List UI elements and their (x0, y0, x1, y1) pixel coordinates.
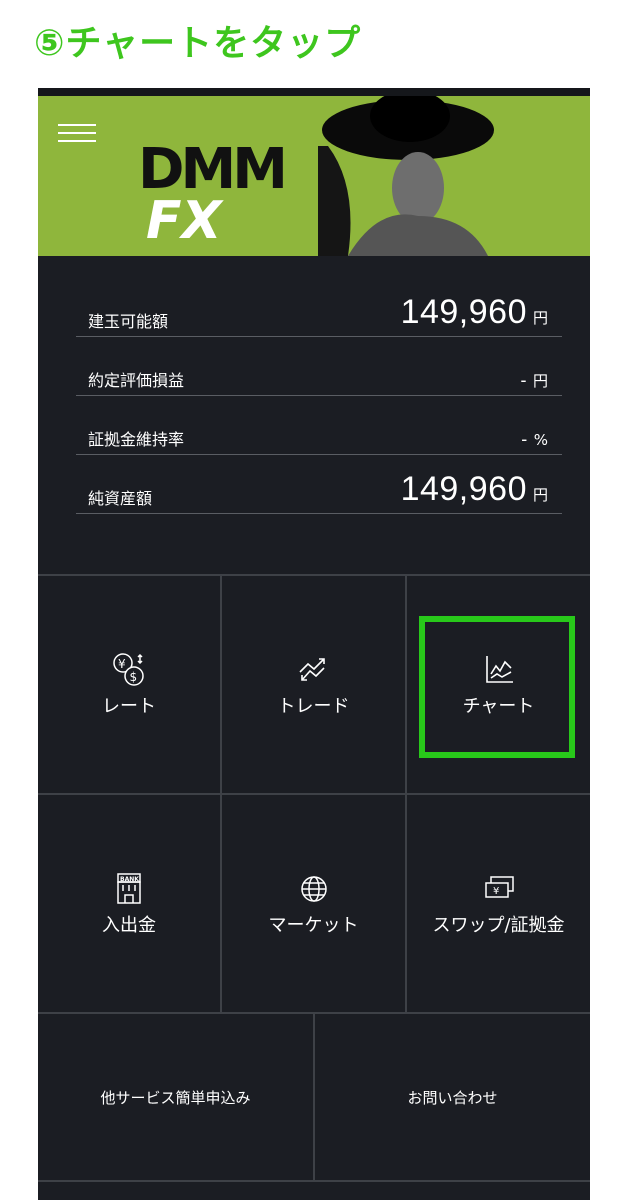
available-value: 149,960 (400, 293, 527, 331)
svg-text:¥: ¥ (493, 886, 499, 897)
trend-arrows-icon (294, 652, 334, 688)
contact-label: お問い合わせ (407, 1088, 498, 1107)
net-label: 純資産額 (88, 489, 153, 508)
market-button[interactable]: マーケット (222, 795, 405, 1012)
summary-row-margin: 証拠金維持率 -% (76, 396, 562, 455)
margin-value: - (521, 429, 528, 449)
rate-label: レート (102, 695, 156, 717)
contact-button[interactable]: お問い合わせ (315, 1014, 590, 1180)
pl-value: - (520, 370, 527, 390)
status-bar (38, 88, 590, 96)
services-label: 他サービス簡単申込み (100, 1088, 251, 1107)
trade-label: トレード (277, 695, 350, 717)
instruction-title: ⑤チャートをタップ (34, 23, 362, 64)
pl-label: 約定評価損益 (88, 371, 185, 390)
net-value: 149,960 (400, 470, 527, 508)
account-summary: 建玉可能額 149,960 円 約定評価損益 -円 証拠金維持率 -% 純資産額 … (76, 278, 562, 514)
yen-bills-icon: ¥ (479, 871, 519, 907)
rate-button[interactable]: ¥ $ レート (38, 576, 220, 793)
trade-button[interactable]: トレード (222, 576, 405, 793)
model-photo (318, 96, 498, 256)
margin-unit: % (533, 431, 548, 449)
svg-text:¥: ¥ (118, 657, 126, 671)
deposit-label: 入出金 (102, 914, 156, 936)
chart-highlight-box (419, 616, 575, 758)
available-label: 建玉可能額 (88, 312, 169, 331)
market-label: マーケット (268, 914, 359, 936)
summary-row-pl: 約定評価損益 -円 (76, 337, 562, 396)
net-unit: 円 (532, 486, 548, 504)
pl-unit: 円 (532, 372, 548, 390)
swap-label: スワップ/証拠金 (432, 914, 565, 936)
svg-text:FX: FX (146, 191, 225, 241)
summary-row-net: 純資産額 149,960 円 (76, 455, 562, 514)
app-screen: DMM FX 建玉可能額 149,960 円 約定評価損益 -円 証拠金維持率 -… (38, 88, 590, 1200)
header-banner: DMM FX (38, 96, 590, 256)
globe-icon (294, 871, 334, 907)
hamburger-icon[interactable] (58, 124, 96, 146)
bank-icon: BANK (109, 871, 149, 907)
divider (38, 1180, 590, 1182)
swap-button[interactable]: ¥ スワップ/証拠金 (407, 795, 590, 1012)
dmm-fx-logo: DMM FX (138, 126, 338, 251)
margin-label: 証拠金維持率 (88, 430, 185, 449)
available-unit: 円 (532, 309, 548, 327)
services-button[interactable]: 他サービス簡単申込み (38, 1014, 313, 1180)
svg-text:$: $ (130, 670, 138, 684)
currency-exchange-icon: ¥ $ (109, 652, 149, 688)
summary-row-available: 建玉可能額 149,960 円 (76, 278, 562, 337)
deposit-button[interactable]: BANK 入出金 (38, 795, 220, 1012)
